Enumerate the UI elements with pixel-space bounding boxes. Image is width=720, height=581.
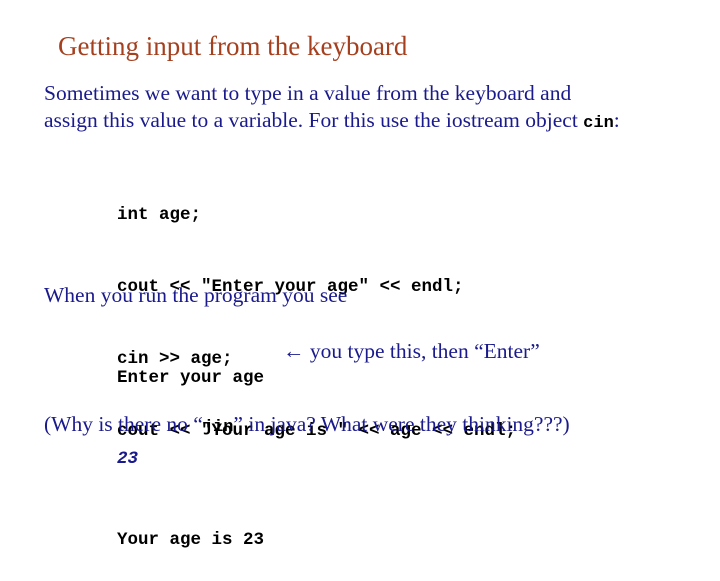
slide-title: Getting input from the keyboard xyxy=(58,31,408,61)
code-line: int age; xyxy=(117,205,202,225)
typed-note: ← you type this, then “Enter” xyxy=(283,339,540,363)
run-intro: When you run the program you see xyxy=(44,283,348,307)
cin-code: cin xyxy=(583,114,614,133)
jin-code: jin xyxy=(202,418,234,437)
intro-line-2-suffix: : xyxy=(613,108,620,132)
intro-line-2-text: assign this value to a variable. For thi… xyxy=(44,108,584,132)
footer-suffix: ” in java? What were they thinking???) xyxy=(233,412,570,436)
program-output: Enter your age 23 Your age is 23 xyxy=(117,311,264,581)
output-typed-value: 23 xyxy=(117,449,139,469)
intro-line-1: Sometimes we want to type in a value fro… xyxy=(44,81,572,105)
output-prompt: Enter your age xyxy=(117,368,265,388)
intro-paragraph: Sometimes we want to type in a value fro… xyxy=(44,80,620,137)
intro-line-2: assign this value to a variable. For thi… xyxy=(44,107,620,137)
output-result: Your age is 23 xyxy=(117,530,265,550)
footer-prefix: (Why is there no “ xyxy=(44,412,203,436)
footer-question: (Why is there no “jin” in java? What wer… xyxy=(44,411,570,441)
